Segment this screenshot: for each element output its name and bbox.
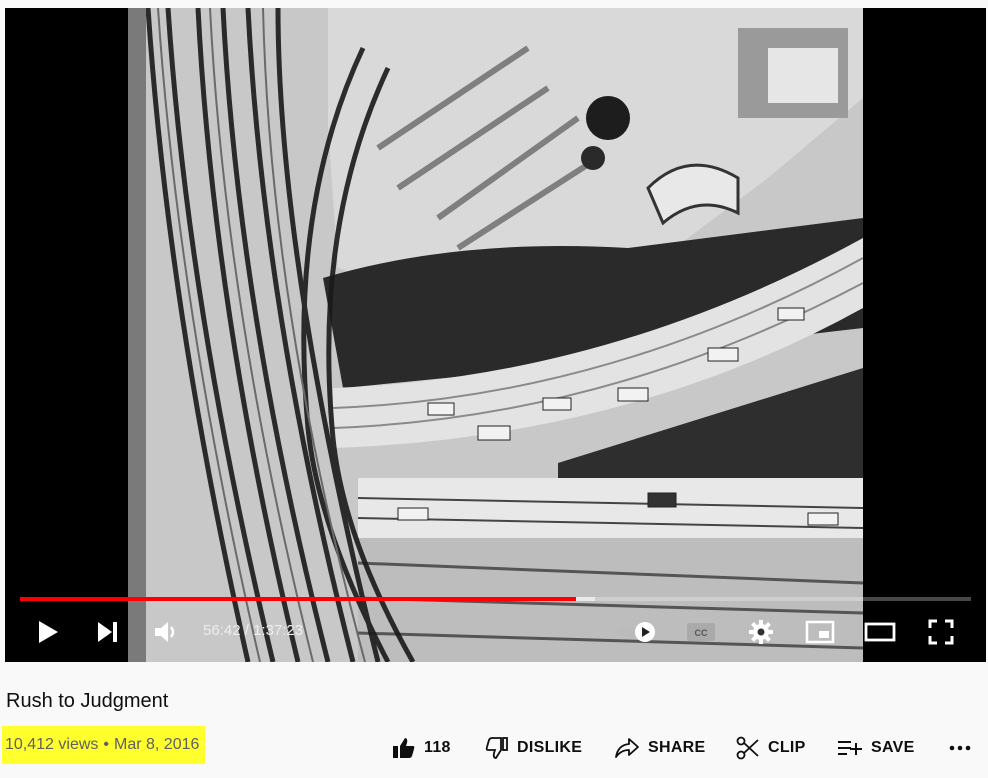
volume-icon: [153, 620, 179, 644]
next-icon: [97, 621, 119, 643]
captions-icon: CC: [686, 621, 716, 643]
dislike-button[interactable]: DISLIKE: [485, 730, 582, 766]
share-button[interactable]: SHARE: [614, 730, 706, 766]
played-progress: [20, 597, 577, 601]
miniplayer-button[interactable]: [802, 608, 838, 656]
save-label: SAVE: [871, 739, 915, 756]
dislike-label: DISLIKE: [517, 739, 583, 756]
video-player[interactable]: 56:42 / 1:37:23 CC: [5, 8, 986, 662]
thumbs-up-icon: [392, 736, 416, 760]
like-button[interactable]: 118: [392, 730, 451, 766]
playlist-add-icon: [837, 737, 863, 759]
time-display: 56:42 / 1:37:23: [203, 622, 303, 639]
current-time: 56:42: [203, 622, 241, 639]
next-button[interactable]: [91, 608, 125, 656]
fullscreen-icon: [928, 619, 954, 645]
settings-gear-icon: [748, 619, 774, 645]
autoplay-toggle[interactable]: [613, 608, 661, 656]
settings-button[interactable]: [743, 608, 779, 656]
scissors-icon: [736, 736, 760, 760]
video-frame[interactable]: [128, 8, 863, 662]
more-icon: [948, 744, 972, 752]
thumbs-down-icon: [485, 736, 509, 760]
duration: 1:37:23: [253, 622, 304, 639]
upload-date: Mar 8, 2016: [114, 736, 200, 753]
stats-separator: •: [103, 736, 109, 753]
theater-mode-button[interactable]: [862, 608, 898, 656]
clip-label: CLIP: [768, 739, 806, 756]
time-separator: /: [240, 622, 254, 639]
mute-button[interactable]: [149, 608, 183, 656]
share-arrow-icon: [614, 736, 640, 760]
captions-button[interactable]: CC: [683, 608, 719, 656]
miniplayer-icon: [805, 620, 835, 644]
video-stats: 10,412 views • Mar 8, 2016: [2, 726, 206, 764]
view-count: 10,412 views: [5, 736, 99, 753]
fullscreen-button[interactable]: [923, 608, 959, 656]
theater-mode-icon: [864, 621, 896, 643]
save-button[interactable]: SAVE: [837, 730, 915, 766]
share-label: SHARE: [648, 739, 706, 756]
player-controls: 56:42 / 1:37:23 CC: [5, 608, 986, 656]
clip-button[interactable]: CLIP: [736, 730, 806, 766]
svg-text:CC: CC: [695, 628, 708, 638]
autoplay-toggle-icon: [615, 620, 659, 644]
seek-bar[interactable]: [20, 597, 971, 601]
play-button[interactable]: [31, 608, 65, 656]
video-title: Rush to Judgment: [6, 690, 169, 712]
more-actions-button[interactable]: [948, 730, 972, 766]
aerial-rail-yard-image: [128, 8, 863, 662]
like-count: 118: [424, 739, 451, 756]
play-icon: [37, 620, 59, 644]
